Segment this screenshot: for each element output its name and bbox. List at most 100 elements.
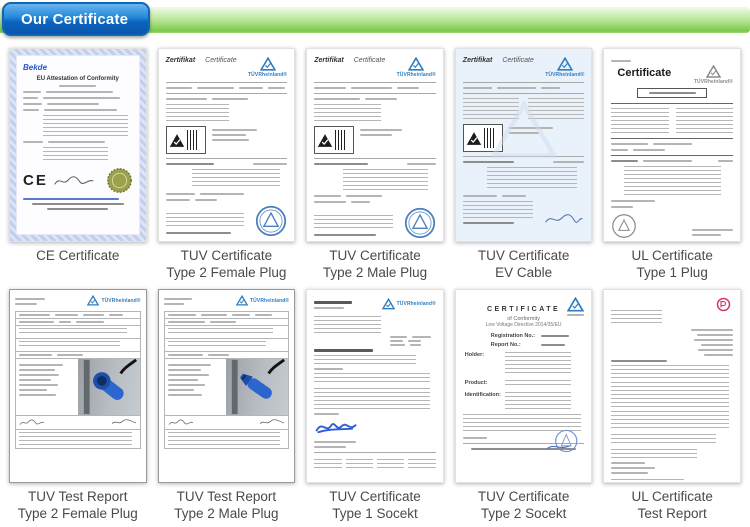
- caption-line: Type 2 Male Plug: [322, 264, 428, 280]
- text-line: [238, 87, 264, 89]
- triangle-icon: [705, 65, 721, 78]
- certificate-caption: TUV Certificate Type 1 Socekt: [329, 489, 421, 525]
- field-row: [462, 161, 585, 163]
- text-line: [167, 384, 206, 386]
- divider: [165, 158, 288, 159]
- signature-icon: [545, 214, 584, 223]
- fine-print: [165, 213, 248, 237]
- document-title-de: Zertifikat: [462, 57, 493, 64]
- divider: [611, 138, 733, 139]
- identification-block: Identification:: [465, 392, 585, 410]
- document-header: TÜVRheinland®: [163, 295, 290, 308]
- text-line: [691, 329, 733, 331]
- signature-icon: [54, 175, 94, 185]
- divider: [462, 82, 585, 83]
- text-line: [389, 340, 404, 342]
- text-line: [167, 369, 201, 371]
- caption-line: TUV Test Report: [28, 489, 128, 504]
- certificate-thumbnail-ul-test-report[interactable]: [603, 289, 741, 483]
- document-title-de: Zertifikat: [314, 57, 344, 64]
- certificate-caption: CE Certificate: [36, 248, 119, 284]
- document-header: Zertifikat Certificate TÜVRheinland®: [314, 57, 436, 78]
- certificate-thumbnail-letter-type1-socket[interactable]: TÜVRheinland®: [306, 289, 444, 483]
- field-row: [19, 418, 137, 427]
- text-paragraph: [19, 328, 128, 336]
- text-line: [163, 303, 184, 305]
- certificate-caption: TUV Certificate Type 2 Female Plug: [166, 248, 286, 284]
- signature-row: [163, 415, 290, 429]
- text-line: [231, 314, 251, 316]
- table-row: [15, 318, 141, 325]
- text-line: [410, 344, 422, 346]
- tuv-logo: TÜVRheinland®: [694, 65, 733, 85]
- text-line: [167, 389, 195, 391]
- certificate-thumbnail-ce[interactable]: Bekde EU Attestation of Conformity CE: [9, 48, 147, 242]
- text-line: [199, 193, 244, 195]
- table-cells: [16, 359, 78, 415]
- header-text: [163, 295, 214, 308]
- text-paragraph: [611, 434, 716, 446]
- text-line: [15, 303, 38, 305]
- caption-line: CE Certificate: [36, 248, 120, 263]
- text-line: [697, 334, 733, 336]
- text-line: [167, 354, 203, 356]
- field-row: [611, 200, 733, 202]
- certificate-cell: Zertifikat Certificate TÜVRheinland® TUV…: [454, 48, 593, 284]
- text-line: [54, 314, 79, 316]
- red-seal-icon: [716, 297, 731, 312]
- text-paragraph: [167, 341, 267, 349]
- blue-stamp-icon: [404, 207, 435, 239]
- text-line: [211, 129, 257, 131]
- text-line: [314, 201, 346, 203]
- document-header: TÜVRheinland®: [314, 298, 436, 312]
- text-line: [397, 87, 420, 89]
- text-line: [19, 379, 52, 381]
- text-line: [200, 314, 227, 316]
- text-line: [19, 354, 52, 356]
- caption-line: Test Report: [637, 505, 707, 521]
- certificate-cell: CERTIFICATE of Conformity Low Voltage Di…: [454, 289, 593, 525]
- caption-line: Type 2 Female Plug: [17, 505, 138, 521]
- text-line: [56, 354, 83, 356]
- field-row: [165, 199, 288, 201]
- certificate-thumbnail-conformity-type2-socket[interactable]: CERTIFICATE of Conformity Low Voltage Di…: [454, 289, 593, 483]
- text-line: [167, 321, 206, 323]
- text-paragraph: [165, 213, 244, 229]
- text-line: [611, 206, 634, 208]
- certificate-thumbnail-report-female-plug[interactable]: TÜVRheinland®: [9, 289, 147, 483]
- text-line: [15, 298, 46, 300]
- text-line: [31, 203, 124, 205]
- caption-line: Type 1 Plug: [636, 264, 708, 280]
- footer-column: [377, 459, 405, 471]
- registration-label: Registration No.:: [490, 333, 536, 339]
- document-footer: [611, 213, 733, 239]
- field-row: [314, 163, 436, 165]
- text-line: [541, 335, 570, 337]
- text-paragraph: [611, 449, 697, 459]
- text-line: [406, 163, 436, 165]
- caption-line: Type 1 Socekt: [332, 505, 418, 521]
- tuv-logo: TÜVRheinland®: [236, 295, 289, 306]
- text-paragraph: [314, 388, 430, 410]
- certificate-thumbnail-tuv-ev-cable[interactable]: Zertifikat Certificate TÜVRheinland®: [454, 48, 593, 242]
- certificate-document: Bekde EU Attestation of Conformity CE: [16, 55, 140, 235]
- certificate-thumbnail-tuv-male-plug[interactable]: Zertifikat Certificate TÜVRheinland®: [306, 48, 444, 242]
- text-line: [59, 321, 72, 323]
- field-row: [19, 354, 137, 356]
- table-row: [15, 311, 141, 318]
- divider: [314, 82, 436, 83]
- text-line: [210, 321, 237, 323]
- text-line: [23, 141, 43, 143]
- certificate-thumbnail-report-male-plug[interactable]: TÜVRheinland®: [157, 289, 296, 483]
- text-line: [167, 314, 196, 316]
- certificate-thumbnail-ul-type1-plug[interactable]: Certificate TÜVRheinland®: [603, 48, 741, 242]
- text-line: [165, 232, 231, 234]
- text-line: [45, 91, 114, 93]
- divider: [165, 82, 288, 83]
- page-title: Our Certificate: [2, 2, 150, 36]
- certificate-thumbnail-tuv-female-plug[interactable]: Zertifikat Certificate TÜVRheinland®: [157, 48, 296, 242]
- certificate-caption: TUV Test Report Type 2 Female Plug: [18, 489, 138, 525]
- table-row: [15, 325, 141, 338]
- footer-columns: [314, 459, 436, 471]
